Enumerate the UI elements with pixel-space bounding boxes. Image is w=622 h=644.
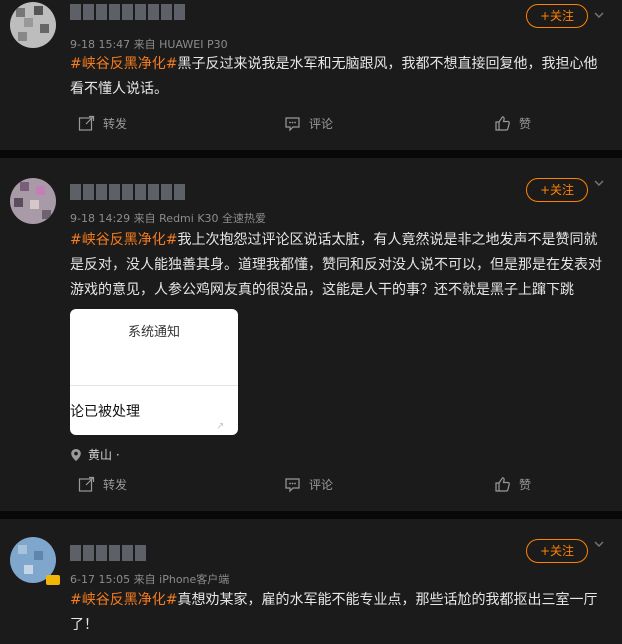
like-label: 赞 [519, 117, 532, 131]
location-pin-icon [71, 448, 81, 461]
feed-post: 9-18 14:29 来自 Redmi K30 全速热爱 +关注 #峡谷反黑净化… [0, 158, 622, 511]
like-button[interactable]: 赞 [494, 476, 531, 493]
post-meta: 6-17 15:05 来自 iPhone客户端 [70, 573, 230, 586]
chevron-down-icon[interactable] [594, 10, 604, 20]
like-button[interactable]: 赞 [494, 115, 531, 132]
hashtag-link[interactable]: #峡谷反黑净化# [70, 56, 177, 72]
feed-post: 6-17 15:05 来自 iPhone客户端 +关注 #峡谷反黑净化#真想劝某… [0, 519, 622, 644]
feed-post: 9-18 15:47 来自 HUAWEI P30 +关注 #峡谷反黑净化#黑子反… [0, 0, 622, 150]
action-bar: 转发 评论 赞 [0, 476, 622, 502]
post-text: #峡谷反黑净化#我上次抱怨过评论区说话太脏，有人竟然说是非之地发声不是赞同就是反… [70, 228, 610, 303]
repost-button[interactable]: 转发 [78, 115, 127, 132]
repost-icon [78, 476, 95, 492]
post-separator [0, 511, 622, 519]
location-label: 黄山 · [88, 448, 120, 462]
hashtag-link[interactable]: #峡谷反黑净化# [70, 232, 177, 248]
comment-label: 评论 [309, 478, 334, 492]
chevron-down-icon[interactable] [594, 178, 604, 188]
post-text: #峡谷反黑净化#真想劝某家，雇的水军能不能专业点，那些话尬的我都抠出三室一厅了！ [70, 588, 610, 638]
avatar[interactable] [10, 178, 56, 224]
username-obscured[interactable] [70, 184, 185, 204]
repost-icon [78, 115, 95, 131]
comment-icon [285, 117, 300, 132]
comment-icon [285, 478, 300, 493]
avatar[interactable] [10, 2, 56, 48]
location-tag[interactable]: 黄山 · [70, 446, 120, 463]
divider [70, 385, 238, 386]
follow-button[interactable]: +关注 [526, 178, 588, 202]
comment-button[interactable]: 评论 [284, 476, 333, 493]
like-icon [495, 116, 510, 131]
post-meta: 9-18 14:29 来自 Redmi K30 全速热爱 [70, 212, 267, 225]
repost-button[interactable]: 转发 [78, 476, 127, 493]
like-icon [495, 477, 510, 492]
post-separator [0, 150, 622, 158]
post-meta: 9-18 15:47 来自 HUAWEI P30 [70, 38, 228, 51]
chevron-down-icon[interactable] [594, 539, 604, 549]
attached-image[interactable]: 系统通知 论已被处理 ↗ [70, 309, 238, 435]
image-body: 论已被处理 [70, 404, 140, 420]
repost-label: 转发 [103, 478, 128, 492]
username-obscured[interactable] [70, 4, 185, 24]
comment-label: 评论 [309, 117, 334, 131]
comment-button[interactable]: 评论 [284, 115, 333, 132]
action-bar: 转发 评论 赞 [0, 115, 622, 141]
image-title: 系统通知 [127, 325, 180, 340]
follow-button[interactable]: +关注 [526, 4, 588, 28]
post-text: #峡谷反黑净化#黑子反过来说我是水军和无脑跟风，我都不想直接回复他，我担心他看不… [70, 52, 610, 102]
hashtag-link[interactable]: #峡谷反黑净化# [70, 592, 177, 608]
gif-corner-icon: ↗ [216, 421, 225, 432]
repost-label: 转发 [103, 117, 128, 131]
like-label: 赞 [519, 478, 532, 492]
verified-badge-icon [46, 575, 60, 585]
follow-button[interactable]: +关注 [526, 539, 588, 563]
username-obscured[interactable] [70, 545, 146, 565]
